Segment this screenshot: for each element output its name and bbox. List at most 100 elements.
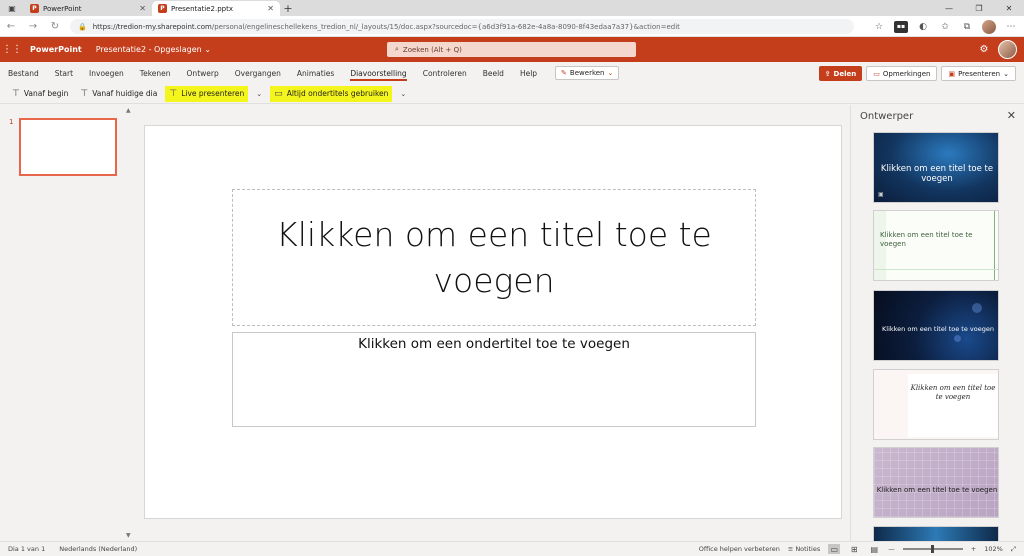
tab-controleren[interactable]: Controleren: [415, 62, 475, 84]
normal-view-icon[interactable]: ▭: [828, 544, 841, 554]
address-bar-row: ← → ↻ 🔒 https://tredion-my.sharepoint.co…: [0, 16, 1024, 37]
forward-icon[interactable]: →: [22, 16, 44, 37]
tab-start[interactable]: Start: [47, 62, 81, 84]
account-avatar[interactable]: [998, 40, 1017, 59]
design-idea-2[interactable]: Klikken om een titel toe te voegen: [873, 210, 999, 281]
tab-help[interactable]: Help: [512, 62, 545, 84]
tab-tekenen[interactable]: Tekenen: [132, 62, 179, 84]
collections-icon[interactable]: ⧉: [960, 20, 974, 34]
comment-icon: ▭: [873, 69, 880, 78]
tab-overgangen[interactable]: Overgangen: [227, 62, 289, 84]
tab-actions-icon[interactable]: ▣: [0, 0, 24, 16]
tab-beeld[interactable]: Beeld: [475, 62, 512, 84]
design-idea-title: Klikken om een titel toe te voegen: [882, 325, 994, 333]
subtitles-button[interactable]: ▭ Altijd ondertitels gebruiken: [270, 85, 393, 102]
notes-button[interactable]: ≡ Notities: [788, 545, 820, 553]
from-current-slide-button[interactable]: ⊤ Vanaf huidige dia: [76, 86, 161, 102]
browser-tab-presentatie2[interactable]: P Presentatie2.pptx ✕: [152, 1, 280, 16]
reading-view-icon[interactable]: ▤: [868, 544, 880, 554]
restore-icon[interactable]: ❐: [964, 0, 994, 16]
window-controls: — ❐ ✕: [934, 0, 1024, 16]
refresh-icon[interactable]: ↻: [44, 16, 66, 37]
powerpoint-icon: P: [158, 4, 167, 13]
design-idea-6[interactable]: [873, 526, 999, 541]
profile-avatar[interactable]: [982, 19, 996, 34]
settings-icon[interactable]: ⚙: [978, 43, 990, 55]
url-text: https://tredion-my.sharepoint.com/person…: [92, 22, 680, 31]
new-tab-button[interactable]: +: [280, 1, 296, 16]
tab-invoegen[interactable]: Invoegen: [81, 62, 132, 84]
close-window-icon[interactable]: ✕: [994, 0, 1024, 16]
design-idea-title: Klikken om een titel toe te voegen: [880, 164, 994, 184]
design-idea-title: Klikken om een titel toe te voegen: [876, 486, 998, 494]
tab-animaties[interactable]: Animaties: [289, 62, 342, 84]
subtitle-placeholder[interactable]: Klikken om een ondertitel toe te voegen: [232, 332, 756, 427]
improve-office-link[interactable]: Office helpen verbeteren: [699, 545, 780, 553]
zoom-in-icon[interactable]: +: [971, 545, 976, 553]
slideshow-current-icon: ⊤: [80, 88, 89, 99]
tab-bestand[interactable]: Bestand: [0, 62, 47, 84]
ribbon-right-buttons: ⇪ Delen ▭ Opmerkingen ▣ Presenteren ⌄: [818, 66, 1016, 81]
design-idea-3[interactable]: Klikken om een titel toe te voegen: [873, 290, 999, 361]
chevron-down-icon: ⌄: [256, 89, 263, 98]
live-present-icon: ⊤: [169, 88, 178, 99]
language-indicator[interactable]: Nederlands (Nederland): [59, 545, 137, 553]
close-tab-icon[interactable]: ✕: [267, 4, 274, 13]
from-start-button[interactable]: ⊤ Vanaf begin: [8, 86, 72, 102]
design-idea-4[interactable]: Klikken om een titel toe te voegen: [873, 369, 999, 440]
sync-icon[interactable]: ◐: [916, 20, 930, 34]
close-tab-icon[interactable]: ✕: [139, 4, 146, 13]
comments-button[interactable]: ▭ Opmerkingen: [866, 66, 938, 81]
extension-icon[interactable]: ▪▪: [894, 20, 908, 33]
subtitles-dropdown[interactable]: ⌄: [396, 86, 410, 102]
scroll-up-icon[interactable]: ▲: [126, 107, 131, 114]
designer-title: Ontwerper: [860, 111, 914, 122]
edit-mode-button[interactable]: ✎ Bewerken ⌄: [555, 66, 620, 80]
slide-number: 1: [9, 118, 14, 126]
chevron-down-icon: ⌄: [607, 69, 614, 77]
browser-tab-strip: ▣ P PowerPoint ✕ P Presentatie2.pptx ✕ +…: [0, 0, 1024, 16]
scroll-down-icon[interactable]: ▼: [126, 532, 131, 539]
zoom-slider[interactable]: [902, 545, 963, 553]
zoom-level[interactable]: 102%: [984, 545, 1003, 553]
thumbnails-scrollbar[interactable]: ▲ ▼: [125, 105, 134, 541]
present-button[interactable]: ▣ Presenteren ⌄: [941, 66, 1016, 81]
title-placeholder[interactable]: Klikken om een titel toe te voegen: [232, 189, 756, 326]
live-present-button[interactable]: ⊤ Live presenteren: [165, 85, 249, 102]
add-favorite-icon[interactable]: ☆: [872, 20, 886, 34]
design-idea-1[interactable]: Klikken om een titel toe te voegen ▣: [873, 132, 999, 203]
live-present-dropdown[interactable]: ⌄: [252, 86, 266, 102]
zoom-out-icon[interactable]: —: [888, 545, 895, 553]
designer-pane: Ontwerper ✕ Klikken om een titel toe te …: [850, 105, 1024, 541]
favorites-icon[interactable]: ✩: [938, 20, 952, 34]
tab-diavoorstelling[interactable]: Diavoorstelling: [342, 62, 414, 84]
back-icon[interactable]: ←: [0, 16, 22, 37]
app-name[interactable]: PowerPoint: [30, 45, 82, 54]
tab-ontwerp[interactable]: Ontwerp: [179, 62, 227, 84]
zoom-slider-handle[interactable]: [930, 545, 934, 553]
browser-tab-powerpoint[interactable]: P PowerPoint ✕: [24, 1, 152, 16]
ribbon-tabs: Bestand Start Invoegen Tekenen Ontwerp O…: [0, 62, 1024, 84]
slide-editor: Klikken om een titel toe te voegen Klikk…: [134, 105, 850, 541]
more-icon[interactable]: ⋯: [1004, 20, 1018, 34]
minimize-icon[interactable]: —: [934, 0, 964, 16]
design-idea-5[interactable]: Klikken om een titel toe te voegen: [873, 447, 999, 518]
slide-canvas[interactable]: Klikken om een titel toe te voegen Klikk…: [144, 125, 842, 519]
fit-to-window-icon[interactable]: ⤢: [1011, 545, 1016, 554]
share-button[interactable]: ⇪ Delen: [818, 66, 863, 81]
app-launcher-icon[interactable]: ⋮⋮: [0, 37, 24, 62]
slide-count: Dia 1 van 1: [8, 545, 46, 553]
slide-thumbnails-pane: 1 ▲ ▼: [0, 105, 134, 541]
url-input[interactable]: 🔒 https://tredion-my.sharepoint.com/pers…: [70, 19, 854, 34]
slide-sorter-icon[interactable]: ⊞: [848, 544, 860, 554]
close-icon[interactable]: ✕: [1007, 109, 1016, 122]
chevron-down-icon: ⌄: [1003, 69, 1009, 78]
notes-icon: ≡: [787, 545, 794, 553]
search-input[interactable]: ⌕ Zoeken (Alt + Q): [387, 42, 636, 57]
design-badge-icon: ▣: [878, 191, 884, 198]
document-name[interactable]: Presentatie2 - Opgeslagen ⌄: [96, 45, 211, 54]
lock-icon: 🔒: [78, 22, 87, 31]
slide-thumbnail[interactable]: [19, 118, 117, 176]
design-idea-title: Klikken om een titel toe te voegen: [910, 384, 996, 401]
share-icon: ⇪: [824, 69, 831, 78]
